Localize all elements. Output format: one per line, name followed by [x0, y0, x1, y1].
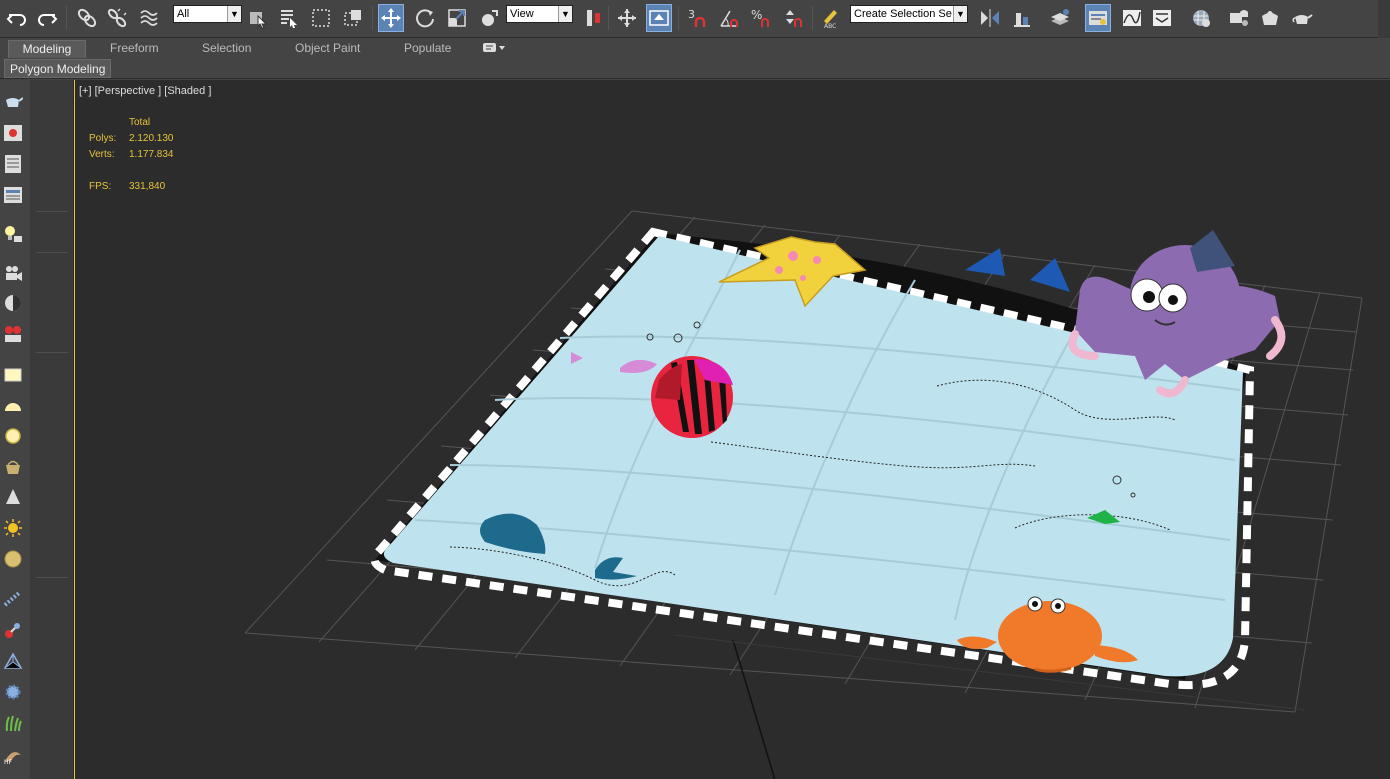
viewport-scene[interactable]	[75, 80, 1390, 779]
disc-icon[interactable]	[2, 548, 24, 570]
command-panel-strip: HF	[0, 80, 30, 779]
bind-space-warp-icon[interactable]	[136, 4, 162, 32]
ribbon-tab-bar: Modeling Freeform Selection Object Paint…	[0, 38, 1390, 59]
window-crossing-icon[interactable]	[340, 4, 366, 32]
render-setup-icon[interactable]	[1226, 4, 1252, 32]
keyboard-shortcut-override-icon[interactable]	[646, 4, 672, 32]
scene-icon[interactable]	[2, 122, 24, 144]
toolbar-edge	[1378, 0, 1390, 38]
rotate-icon[interactable]	[412, 4, 438, 32]
verts-value: 1.177.834	[129, 149, 174, 160]
selection-filter-dropdown[interactable]: All ▼	[173, 5, 242, 23]
geometry-icon[interactable]	[2, 650, 24, 672]
scale-icon[interactable]	[444, 4, 470, 32]
svg-text:HF: HF	[4, 759, 13, 765]
link-icon[interactable]	[74, 4, 100, 32]
tab-freeform[interactable]: Freeform	[102, 40, 167, 58]
dynamics-icon[interactable]	[2, 619, 24, 641]
helper-icon[interactable]	[2, 292, 24, 314]
svg-text:3: 3	[688, 8, 695, 21]
tab-selection[interactable]: Selection	[194, 40, 259, 58]
material-editor-icon[interactable]	[1188, 4, 1214, 32]
use-pivot-icon[interactable]	[581, 4, 607, 32]
select-object-icon[interactable]	[245, 4, 271, 32]
polys-value: 2.120.130	[129, 133, 174, 144]
polygon-modeling-panel[interactable]: Polygon Modeling	[4, 59, 112, 78]
sphere-icon[interactable]	[2, 425, 24, 447]
fps-label: FPS:	[89, 181, 112, 192]
tab-modeling[interactable]: Modeling	[8, 40, 86, 58]
rect-selection-region-icon[interactable]	[308, 4, 334, 32]
ribbon-panel-bar: Polygon Modeling	[0, 59, 1390, 79]
tab-object-paint[interactable]: Object Paint	[287, 40, 368, 58]
viewport-label-menu[interactable]: [+] [Perspective ] [Shaded ]	[79, 85, 211, 97]
percent-snap-icon[interactable]: %	[748, 4, 774, 32]
edit-named-selection-icon[interactable]: ABC	[818, 4, 844, 32]
snap-3d-icon[interactable]: 3	[684, 4, 710, 32]
polys-label: Polys:	[89, 133, 117, 144]
sun-icon[interactable]	[2, 517, 24, 539]
curve-editor-icon[interactable]	[1119, 4, 1145, 32]
redo-icon[interactable]	[34, 4, 60, 32]
chevron-down-icon: ▼	[558, 6, 572, 22]
scene-explorer-icon[interactable]	[1085, 4, 1111, 32]
fps-value: 331,840	[129, 181, 166, 192]
reference-coord-dropdown[interactable]: View ▼	[506, 5, 573, 23]
selection-filter-value: All	[177, 8, 190, 20]
undo-icon[interactable]	[4, 4, 30, 32]
list-icon[interactable]	[2, 153, 24, 175]
unlink-icon[interactable]	[104, 4, 130, 32]
ball-toy[interactable]	[651, 356, 733, 438]
gear-icon[interactable]	[2, 681, 24, 703]
svg-text:%: %	[751, 8, 762, 22]
hemisphere-icon[interactable]	[2, 395, 24, 417]
perspective-viewport[interactable]: [+] [Perspective ] [Shaded ] Total Polys…	[74, 80, 1390, 779]
verts-label: Verts:	[89, 149, 115, 160]
particles-icon[interactable]	[2, 588, 24, 610]
box-icon[interactable]	[2, 364, 24, 386]
angle-snap-icon[interactable]	[716, 4, 742, 32]
grass-icon[interactable]	[2, 712, 24, 734]
tab-populate[interactable]: Populate	[396, 40, 459, 58]
camera-icon[interactable]	[2, 262, 24, 284]
schematic-view-icon[interactable]	[1149, 4, 1175, 32]
named-selection-dropdown[interactable]: Create Selection Se ▼	[850, 5, 968, 23]
render-settings-icon[interactable]	[2, 323, 24, 345]
light-bulb-icon[interactable]	[2, 223, 24, 245]
select-by-name-icon[interactable]	[276, 4, 302, 32]
mirror-icon[interactable]	[977, 4, 1003, 32]
viewport-statistics: Total Polys: 2.120.130 Verts: 1.177.834 FP…	[89, 115, 174, 195]
chevron-down-icon: ▼	[953, 6, 967, 22]
named-selection-value: Create Selection Se	[854, 8, 952, 20]
reference-coord-value: View	[510, 8, 534, 20]
chevron-down-icon: ▼	[227, 6, 241, 22]
hair-fur-icon[interactable]: HF	[2, 744, 24, 766]
render-teapot-icon[interactable]	[1289, 4, 1315, 32]
basket-icon[interactable]	[2, 456, 24, 478]
ribbon-options-icon[interactable]	[482, 42, 508, 54]
svg-text:ABC: ABC	[824, 23, 836, 29]
command-panel-gap	[30, 80, 74, 779]
stats-header: Total	[129, 117, 151, 128]
select-manipulate-icon[interactable]	[614, 4, 640, 32]
panel-icon[interactable]	[2, 184, 24, 206]
move-icon[interactable]	[378, 4, 404, 32]
layer-explorer-icon[interactable]	[1047, 4, 1073, 32]
align-icon[interactable]	[1009, 4, 1035, 32]
main-toolbar: All ▼ View ▼ 3 % ABC Create Selection Se ▼	[0, 0, 1378, 38]
placement-icon[interactable]	[476, 4, 502, 32]
teapot-icon[interactable]	[2, 90, 24, 112]
render-frame-icon[interactable]	[1257, 4, 1283, 32]
cone-icon[interactable]	[2, 486, 24, 508]
spinner-snap-icon[interactable]	[780, 4, 806, 32]
